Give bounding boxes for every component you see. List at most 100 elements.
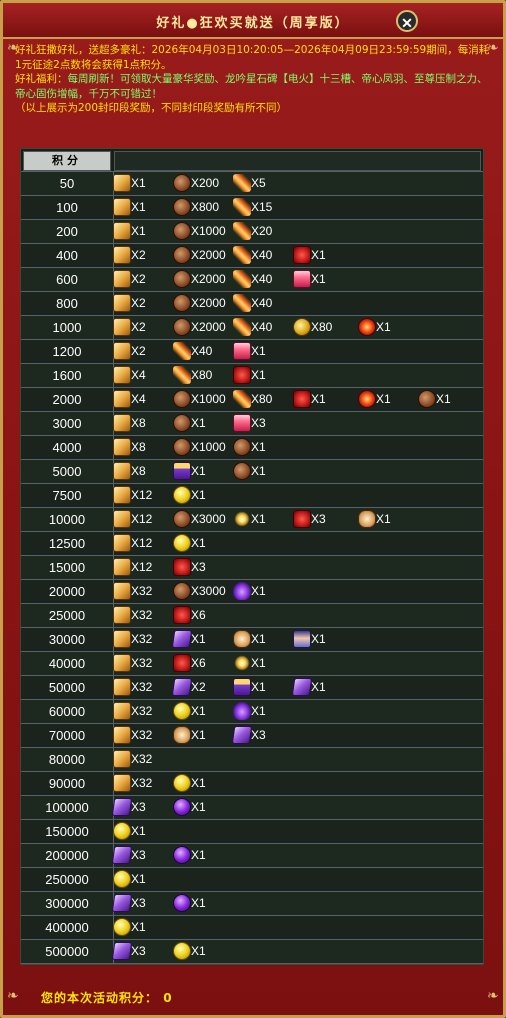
rewards-cell: X1 X1000 X20 bbox=[113, 220, 483, 243]
notice-welfare-prefix: 好礼福利： bbox=[15, 73, 68, 85]
reward-quantity: X2000 bbox=[191, 320, 226, 334]
reward-quantity: X2 bbox=[131, 344, 146, 358]
reward-quantity: X32 bbox=[131, 680, 153, 694]
score-cell: 20000 bbox=[21, 580, 114, 603]
ore-icon bbox=[173, 246, 191, 264]
score-column-header: 积分 bbox=[23, 151, 111, 171]
ore-icon bbox=[173, 390, 191, 408]
score-cell: 150000 bbox=[21, 820, 114, 843]
reward-quantity: X12 bbox=[131, 512, 153, 526]
reward-quantity: X1 bbox=[251, 584, 266, 598]
table-row: 5000 X8 X1 X1 bbox=[21, 460, 483, 484]
notice-welfare-text: 每周刷新！可领取大量豪华奖励、龙吟星石碑【电火】十三槽、帝心凤羽、至尊压制之力、… bbox=[15, 73, 488, 100]
rewards-cell: X1 bbox=[113, 820, 483, 843]
scroll-icon bbox=[113, 534, 131, 552]
rewards-cell: X3 X1 bbox=[111, 892, 483, 915]
score-cell: 60000 bbox=[21, 700, 114, 723]
scroll-icon bbox=[113, 726, 131, 744]
reward-quantity: X32 bbox=[131, 728, 153, 742]
bat-icon bbox=[233, 582, 251, 600]
reward-quantity: X2 bbox=[131, 296, 146, 310]
reward-quantity: X3 bbox=[191, 560, 206, 574]
gold-icon bbox=[173, 774, 191, 792]
table-row: 100 X1 X800 X15 bbox=[21, 196, 483, 220]
score-cell: 200 bbox=[21, 220, 114, 243]
rewards-cell: X2 X2000 X40 X1 bbox=[113, 244, 483, 267]
redgift-icon bbox=[293, 510, 311, 528]
scroll-icon bbox=[113, 198, 131, 216]
table-row: 7500 X12 X1 bbox=[21, 484, 483, 508]
feather-icon bbox=[233, 294, 251, 312]
tiger-icon bbox=[358, 510, 376, 528]
reward-quantity: X1 bbox=[311, 632, 326, 646]
reward-quantity: X1 bbox=[376, 512, 391, 526]
rewards-cell: X12 X1 bbox=[113, 484, 483, 507]
reward-quantity: X1 bbox=[191, 944, 206, 958]
scroll-icon bbox=[113, 462, 131, 480]
reward-quantity: X6 bbox=[191, 608, 206, 622]
reward-quantity: X1 bbox=[251, 512, 266, 526]
reward-quantity: X800 bbox=[191, 200, 220, 214]
scroll-icon bbox=[113, 174, 131, 192]
reward-quantity: X3 bbox=[251, 416, 266, 430]
table-row: 3000 X8 X1 X3 bbox=[21, 412, 483, 436]
gold-icon bbox=[113, 918, 131, 936]
reward-quantity: X1 bbox=[191, 632, 206, 646]
reward-quantity: X8 bbox=[131, 440, 146, 454]
reward-quantity: X1 bbox=[131, 224, 146, 238]
feather-icon bbox=[233, 198, 251, 216]
reward-quantity: X2000 bbox=[191, 248, 226, 262]
purplecard-icon bbox=[111, 798, 133, 816]
scroll-icon bbox=[113, 246, 131, 264]
rewards-cell: X8 X1 X3 bbox=[113, 412, 483, 435]
score-cell: 15000 bbox=[21, 556, 114, 579]
rewards-cell: X3 X1 bbox=[111, 796, 483, 819]
reward-quantity: X1 bbox=[131, 176, 146, 190]
redgift-icon bbox=[293, 246, 311, 264]
table-row: 80000 X32 bbox=[21, 748, 483, 772]
reward-quantity: X32 bbox=[131, 656, 153, 670]
reward-quantity: X1 bbox=[191, 800, 206, 814]
feather-icon bbox=[233, 390, 251, 408]
purplegift-icon bbox=[233, 678, 251, 696]
rewards-cell: X2 X2000 X40 bbox=[113, 292, 483, 315]
reward-quantity: X1 bbox=[191, 896, 206, 910]
score-cell: 40000 bbox=[21, 652, 114, 675]
score-cell: 30000 bbox=[21, 628, 114, 651]
title-bar: 好礼●狂欢买就送（周享版） ✕ bbox=[3, 3, 503, 39]
score-cell: 5000 bbox=[21, 460, 114, 483]
activity-score-value: 0 bbox=[163, 991, 173, 1005]
purplecard-icon bbox=[111, 894, 133, 912]
scroll-icon bbox=[113, 318, 131, 336]
scroll-icon bbox=[113, 750, 131, 768]
reward-quantity: X1 bbox=[251, 704, 266, 718]
rewards-cell: X32 X1 X3 bbox=[113, 724, 483, 747]
close-button[interactable]: ✕ bbox=[396, 10, 418, 32]
purplecard-icon bbox=[231, 726, 253, 744]
reward-quantity: X15 bbox=[251, 200, 273, 214]
redgift-icon bbox=[173, 606, 191, 624]
scroll-icon bbox=[113, 582, 131, 600]
table-row: 100000 X3 X1 bbox=[21, 796, 483, 820]
score-cell: 100 bbox=[21, 196, 114, 219]
reward-quantity: X1 bbox=[251, 440, 266, 454]
reward-quantity: X80 bbox=[311, 320, 333, 334]
reward-quantity: X1 bbox=[376, 392, 391, 406]
score-cell: 25000 bbox=[21, 604, 114, 627]
reward-quantity: X32 bbox=[131, 704, 153, 718]
ore-icon bbox=[173, 294, 191, 312]
table-row: 10000 X12 X3000 X1 X3 X1 bbox=[21, 508, 483, 532]
rewards-cell: X12 X1 bbox=[113, 532, 483, 555]
scroll-icon bbox=[113, 510, 131, 528]
spark-icon bbox=[233, 510, 251, 528]
reward-quantity: X80 bbox=[251, 392, 273, 406]
scroll-icon bbox=[113, 390, 131, 408]
feather-icon bbox=[173, 342, 191, 360]
purpleorb-icon bbox=[173, 894, 191, 912]
table-row: 2000 X4 X1000 X80 X1 X1 X1 bbox=[21, 388, 483, 412]
scroll-icon bbox=[113, 438, 131, 456]
reward-quantity: X1 bbox=[131, 920, 146, 934]
rewards-cell: X4 X80 X1 bbox=[113, 364, 483, 387]
table-row: 50000 X32 X2 X1 X1 bbox=[21, 676, 483, 700]
feather-icon bbox=[233, 174, 251, 192]
